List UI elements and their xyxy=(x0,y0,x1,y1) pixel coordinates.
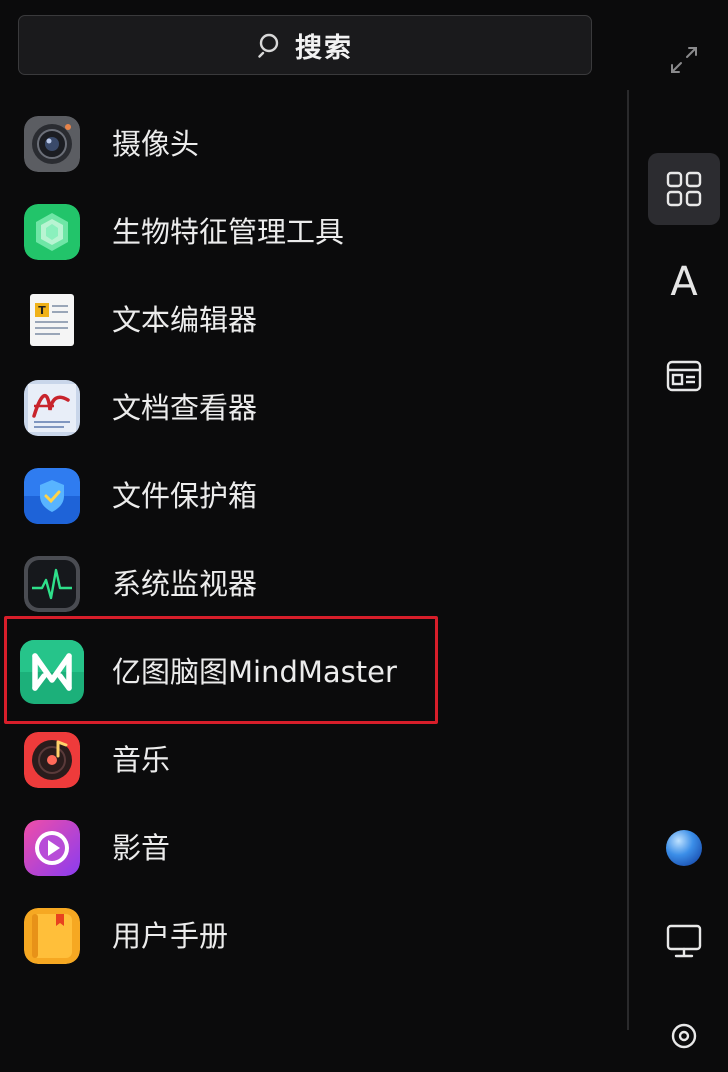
list-item-camera[interactable]: 摄像头 xyxy=(0,100,600,188)
settings-button[interactable] xyxy=(648,1000,720,1072)
globe-icon xyxy=(666,830,702,866)
search-icon xyxy=(258,33,279,58)
category-button[interactable] xyxy=(648,340,720,412)
app-label: 文本编辑器 xyxy=(112,303,258,337)
grid-icon xyxy=(666,171,702,207)
list-item-system-monitor[interactable]: 系统监视器 xyxy=(0,540,600,628)
search-bar[interactable]: 搜索 xyxy=(18,15,592,75)
highlight-box xyxy=(4,616,438,724)
document-viewer-icon xyxy=(24,380,80,436)
list-item-document-viewer[interactable]: 文档查看器 xyxy=(0,364,600,452)
svg-text:T: T xyxy=(38,304,46,317)
app-label: 生物特征管理工具 xyxy=(112,215,345,249)
app-label: 音乐 xyxy=(112,743,171,777)
app-label: 文档查看器 xyxy=(112,391,258,425)
app-label: 文件保护箱 xyxy=(112,479,258,513)
camera-icon xyxy=(24,116,80,172)
text-editor-icon: T xyxy=(24,292,80,348)
gear-icon xyxy=(671,1023,697,1049)
all-apps-button[interactable] xyxy=(648,153,720,225)
list-item-video[interactable]: 影音 xyxy=(0,804,600,892)
list-item-music[interactable]: 音乐 xyxy=(0,716,600,804)
user-manual-icon xyxy=(24,908,80,964)
list-item-user-manual[interactable]: 用户手册 xyxy=(0,892,600,980)
search-label: 搜索 xyxy=(295,32,353,64)
list-item-file-protection[interactable]: 文件保护箱 xyxy=(0,452,600,540)
card-icon xyxy=(666,360,702,392)
file-protection-icon xyxy=(24,468,80,524)
app-label: 系统监视器 xyxy=(112,567,258,601)
browser-button[interactable] xyxy=(648,812,720,884)
app-label: 影音 xyxy=(112,831,171,865)
music-icon xyxy=(24,732,80,788)
letter-a-icon: A xyxy=(670,259,698,305)
expand-icon[interactable] xyxy=(668,44,700,76)
list-item-biometric[interactable]: 生物特征管理工具 xyxy=(0,188,600,276)
app-label: 摄像头 xyxy=(112,127,200,161)
panel-divider xyxy=(627,90,629,1030)
computer-button[interactable] xyxy=(648,905,720,977)
letter-sort-button[interactable]: A xyxy=(648,246,720,318)
monitor-icon xyxy=(666,924,702,958)
biometric-icon xyxy=(24,204,80,260)
video-icon xyxy=(24,820,80,876)
app-label: 用户手册 xyxy=(112,919,229,953)
system-monitor-icon xyxy=(24,556,80,612)
list-item-text-editor[interactable]: T 文本编辑器 xyxy=(0,276,600,364)
